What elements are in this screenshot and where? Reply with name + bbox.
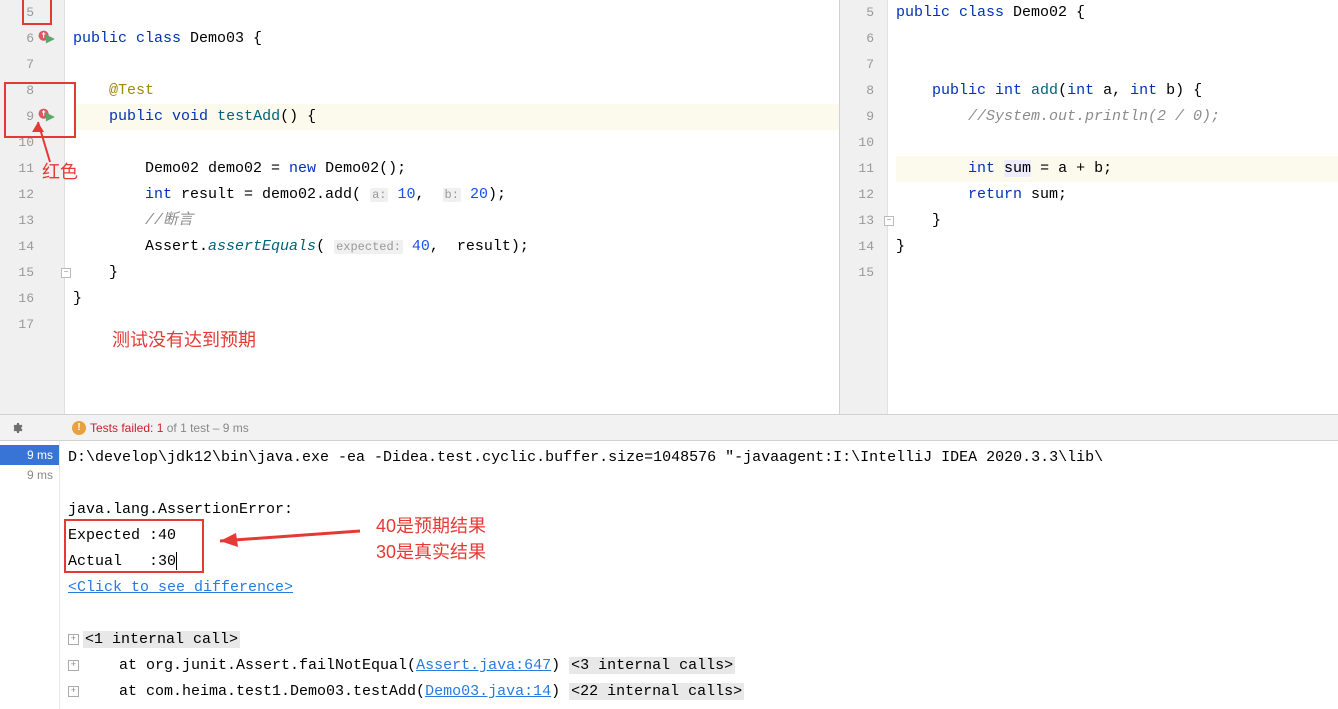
code-text: }: [73, 286, 82, 312]
code-line[interactable]: 5: [73, 0, 839, 26]
test-panel-header: ! Tests failed: 1 of 1 test – 9 ms: [0, 415, 1338, 441]
run-test-icon[interactable]: [38, 108, 56, 126]
code-line[interactable]: 11 Demo02 demo02 = new Demo02();: [73, 156, 839, 182]
line-number: 14: [848, 234, 878, 260]
line-number: 7: [8, 52, 38, 78]
line-number: 9: [8, 104, 38, 130]
line-number: 14: [8, 234, 38, 260]
internal-call-22: <22 internal calls>: [569, 683, 744, 700]
code-text: //System.out.println(2 / 0);: [896, 104, 1220, 130]
code-text: public class Demo02 {: [896, 0, 1085, 26]
code-line[interactable]: 6public class Demo03 {: [73, 26, 839, 52]
code-text: public class Demo03 {: [73, 26, 262, 52]
code-line[interactable]: 14 Assert.assertEquals( expected: 40, re…: [73, 234, 839, 260]
code-line[interactable]: 10: [896, 130, 1338, 156]
line-number: 8: [8, 78, 38, 104]
line-number: 7: [848, 52, 878, 78]
code-line[interactable]: 9 public void testAdd() {: [73, 104, 839, 130]
line-number: 13: [8, 208, 38, 234]
code-line[interactable]: 5public class Demo02 {: [896, 0, 1338, 26]
code-text: }: [73, 260, 118, 286]
annotation-label-expected-fail: 测试没有达到预期: [112, 326, 256, 352]
code-line[interactable]: 9 //System.out.println(2 / 0);: [896, 104, 1338, 130]
expand-icon[interactable]: +: [68, 634, 79, 645]
code-text: @Test: [73, 78, 154, 104]
line-number: 16: [8, 286, 38, 312]
code-text: public int add(int a, int b) {: [896, 78, 1202, 104]
code-line[interactable]: 15− }: [73, 260, 839, 286]
code-text: int sum = a + b;: [896, 156, 1112, 182]
tests-failed-detail: of 1 test – 9 ms: [163, 421, 248, 435]
code-line[interactable]: 6: [896, 26, 1338, 52]
code-text: }: [896, 208, 941, 234]
console-output[interactable]: D:\develop\jdk12\bin\java.exe -ea -Didea…: [60, 441, 1338, 709]
code-text: int result = demo02.add( a: 10, b: 20);: [73, 182, 506, 208]
code-text: Demo02 demo02 = new Demo02();: [73, 156, 406, 182]
console-expected: Expected :40: [68, 523, 1330, 549]
code-line[interactable]: 13− }: [896, 208, 1338, 234]
see-difference-link[interactable]: <Click to see difference>: [68, 579, 293, 596]
code-text: }: [896, 234, 905, 260]
stack-link-demo03[interactable]: Demo03.java:14: [425, 683, 551, 700]
code-text: public void testAdd() {: [73, 104, 316, 130]
internal-call-3: <3 internal calls>: [569, 657, 735, 674]
fail-icon: !: [72, 421, 86, 435]
line-number: 12: [848, 182, 878, 208]
fold-icon[interactable]: −: [61, 268, 71, 278]
line-number: 17: [8, 312, 38, 338]
line-number: 10: [8, 130, 38, 156]
tests-failed-label: Tests failed: 1: [90, 421, 163, 435]
line-number: 13: [848, 208, 878, 234]
run-test-icon[interactable]: [38, 30, 56, 48]
code-text: Assert.assertEquals( expected: 40, resul…: [73, 234, 529, 260]
code-line[interactable]: 12 return sum;: [896, 182, 1338, 208]
code-line[interactable]: 12 int result = demo02.add( a: 10, b: 20…: [73, 182, 839, 208]
line-number: 9: [848, 104, 878, 130]
line-number: 5: [848, 0, 878, 26]
line-number: 15: [848, 260, 878, 286]
internal-call-1: <1 internal call>: [83, 631, 240, 648]
code-line[interactable]: 8 @Test: [73, 78, 839, 104]
line-number: 5: [8, 0, 38, 26]
console-command: D:\develop\jdk12\bin\java.exe -ea -Didea…: [68, 445, 1330, 471]
line-number: 6: [8, 26, 38, 52]
code-text: return sum;: [896, 182, 1067, 208]
code-line[interactable]: 13 //断言: [73, 208, 839, 234]
code-line[interactable]: 7: [73, 52, 839, 78]
line-number: 15: [8, 260, 38, 286]
code-line[interactable]: 10: [73, 130, 839, 156]
console-error: java.lang.AssertionError:: [68, 497, 1330, 523]
test-time-selected[interactable]: 9 ms: [0, 445, 59, 465]
line-number: 6: [848, 26, 878, 52]
test-results-panel: ! Tests failed: 1 of 1 test – 9 ms 9 ms …: [0, 415, 1338, 709]
editor-pane-demo02[interactable]: 5public class Demo02 {678 public int add…: [840, 0, 1338, 414]
editor-split-view: 56public class Demo03 {78 @Test9 public …: [0, 0, 1338, 415]
code-line[interactable]: 14}: [896, 234, 1338, 260]
stack-link-assert[interactable]: Assert.java:647: [416, 657, 551, 674]
code-line[interactable]: 8 public int add(int a, int b) {: [896, 78, 1338, 104]
editor-pane-demo03[interactable]: 56public class Demo03 {78 @Test9 public …: [0, 0, 840, 414]
line-number: 12: [8, 182, 38, 208]
annotation-label-30: 30是真实结果: [376, 539, 486, 565]
line-number: 11: [848, 156, 878, 182]
line-number: 10: [848, 130, 878, 156]
line-number: 11: [8, 156, 38, 182]
line-number: 8: [848, 78, 878, 104]
code-line[interactable]: 7: [896, 52, 1338, 78]
fold-icon[interactable]: −: [884, 216, 894, 226]
test-time-column: 9 ms 9 ms: [0, 441, 60, 709]
console-actual: Actual :30: [68, 549, 1330, 575]
expand-icon[interactable]: +: [68, 686, 79, 697]
annotation-label-40: 40是预期结果: [376, 513, 486, 539]
annotation-label-red: 红色: [42, 158, 78, 184]
code-line[interactable]: 11 int sum = a + b;: [896, 156, 1338, 182]
test-time-item[interactable]: 9 ms: [0, 465, 59, 485]
gear-icon[interactable]: [8, 420, 24, 436]
code-text: //断言: [73, 208, 193, 234]
expand-icon[interactable]: +: [68, 660, 79, 671]
code-line[interactable]: 16}: [73, 286, 839, 312]
code-line[interactable]: 15: [896, 260, 1338, 286]
